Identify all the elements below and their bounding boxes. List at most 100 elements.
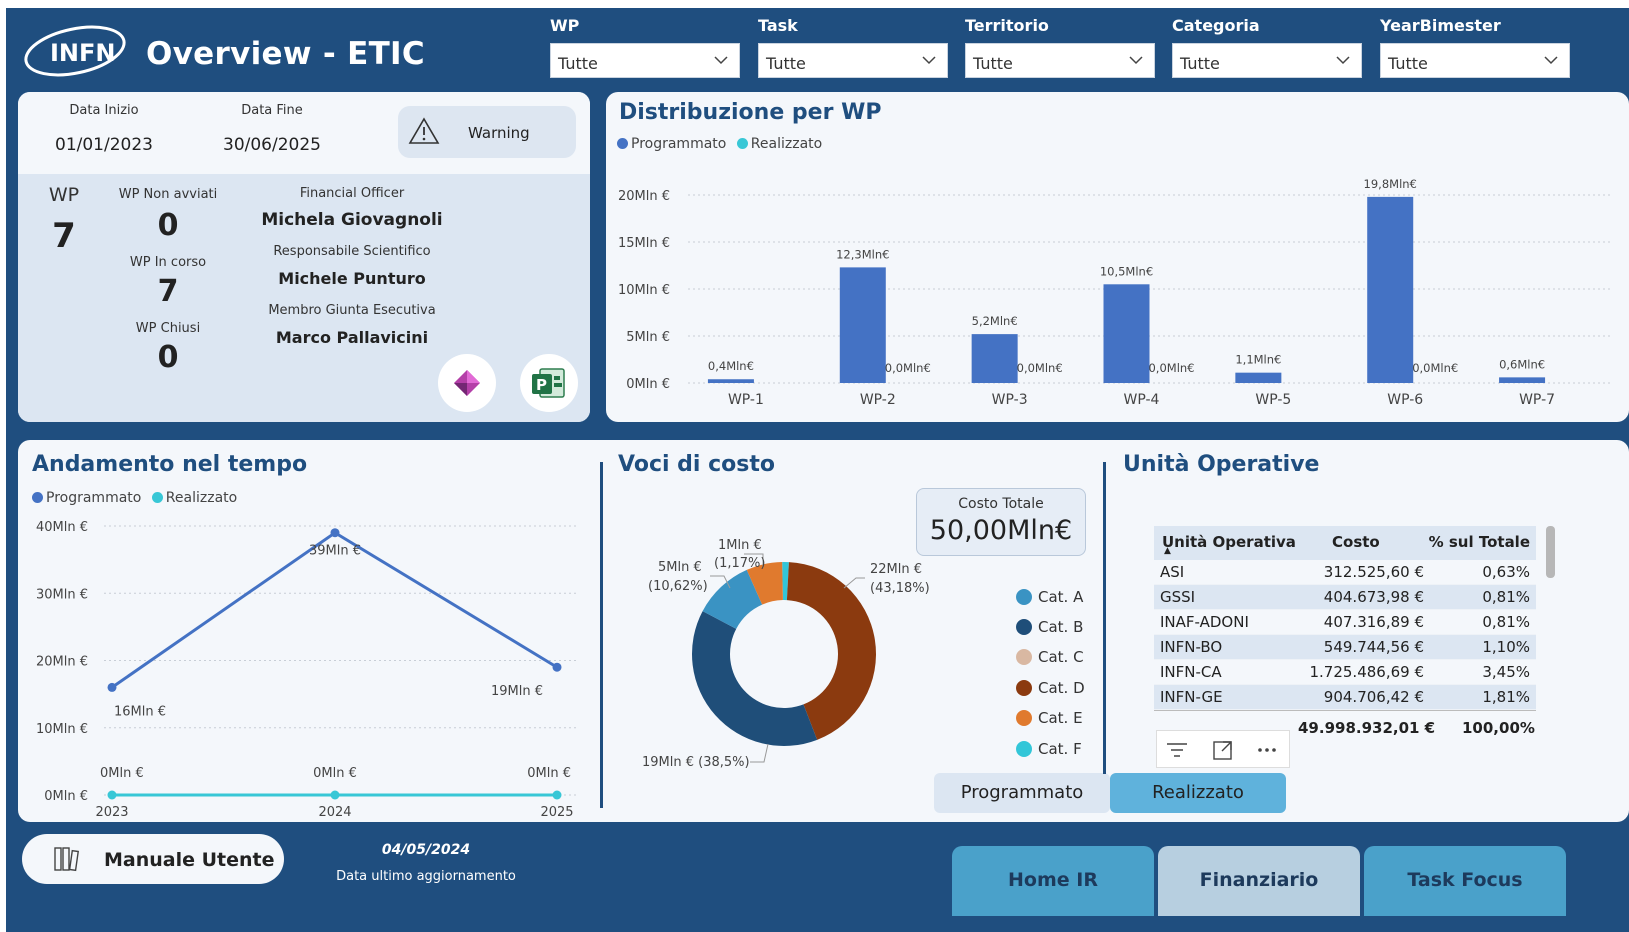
warning-button[interactable]: Warning xyxy=(398,106,576,158)
table-row[interactable]: INFN-BO 549.744,56 € 1,10% xyxy=(1154,635,1536,660)
point-data-label: 0Mln € xyxy=(100,766,144,781)
y-tick-label: 15Mln € xyxy=(618,236,670,251)
legend-cat-e[interactable]: Cat. E xyxy=(1016,709,1083,727)
table-row[interactable]: INAF-ADONI 407.316,89 € 0,81% xyxy=(1154,610,1536,635)
slice-data-label: (1,17%) xyxy=(714,556,765,571)
dropdown-value: Tutte xyxy=(1180,54,1220,73)
tab-home-ir[interactable]: Home IR xyxy=(952,846,1154,916)
wp-non-avviati-label: WP Non avviati xyxy=(118,187,218,202)
chevron-down-icon xyxy=(1129,56,1143,65)
point-data-label: 39Mln € xyxy=(309,544,361,559)
table-row[interactable]: INFN-GE 904.706,42 € 1,81% xyxy=(1154,685,1536,710)
bar-programmato xyxy=(707,379,754,383)
table-row[interactable]: INFN-CA 1.725.486,69 € 3,45% xyxy=(1154,660,1536,685)
point-programmato xyxy=(552,662,562,672)
y-tick-label: 10Mln € xyxy=(36,722,88,737)
filter-territorio[interactable]: Territorio Tutte xyxy=(965,16,1155,78)
unita-table[interactable]: Unità Operativa ▲ Costo % sul Totale ASI… xyxy=(1154,526,1536,716)
slice-cat-b xyxy=(692,611,818,746)
y-tick-label: 0Mln € xyxy=(44,789,88,804)
wp-dropdown[interactable]: Tutte xyxy=(550,43,740,78)
legend-dot xyxy=(1016,589,1032,605)
legend-label: Cat. D xyxy=(1038,679,1085,697)
filter-wp[interactable]: WP Tutte xyxy=(550,16,740,78)
filter-categoria[interactable]: Categoria Tutte xyxy=(1172,16,1362,78)
project-button[interactable]: P xyxy=(520,354,578,412)
toggle-realizzato[interactable]: Realizzato xyxy=(1110,773,1286,813)
cell-costo: 549.744,56 € xyxy=(1323,638,1424,656)
slice-data-label: 19Mln € (38,5%) xyxy=(642,755,750,770)
bar-programmato xyxy=(1103,284,1150,383)
membro-giunta-name: Marco Pallavicini xyxy=(275,328,429,347)
wp-label: WP xyxy=(48,184,80,206)
dropdown-value: Tutte xyxy=(766,54,806,73)
resp-scientifico-name: Michele Punturo xyxy=(278,269,426,288)
table-scrollbar[interactable] xyxy=(1546,526,1555,578)
visual-toolbar xyxy=(1156,730,1290,768)
cell-uo: ASI xyxy=(1160,563,1185,581)
dropdown-value: Tutte xyxy=(558,54,598,73)
filter-label: Task xyxy=(758,16,798,35)
bar-data-label: 0,6Mln€ xyxy=(1499,357,1545,371)
col-costo[interactable]: Costo xyxy=(1332,533,1380,551)
point-realizzato xyxy=(552,790,562,800)
x-tick-label: WP-4 xyxy=(1124,392,1160,408)
table-row[interactable]: GSSI 404.673,98 € 0,81% xyxy=(1154,585,1536,610)
cell-costo: 904.706,42 € xyxy=(1323,688,1424,706)
cell-pct: 0,63% xyxy=(1482,563,1530,581)
tab-finanziario[interactable]: Finanziario xyxy=(1158,846,1360,916)
point-programmato xyxy=(107,682,117,692)
yearbimester-dropdown[interactable]: Tutte xyxy=(1380,43,1570,78)
manuale-utente-button[interactable]: Manuale Utente xyxy=(22,834,284,884)
slice-data-label: (43,18%) xyxy=(870,581,930,596)
x-tick-label: 2025 xyxy=(540,805,573,820)
legend-dot xyxy=(1016,619,1032,635)
bar-programmato xyxy=(1367,196,1414,383)
divider xyxy=(600,462,603,808)
cell-uo: INFN-CA xyxy=(1160,663,1222,681)
legend-cat-d[interactable]: Cat. D xyxy=(1016,679,1085,697)
table-row-clipped xyxy=(1154,710,1536,716)
divider xyxy=(1103,462,1106,774)
categoria-dropdown[interactable]: Tutte xyxy=(1172,43,1362,78)
wp-count: 7 xyxy=(52,216,76,256)
territorio-dropdown[interactable]: Tutte xyxy=(965,43,1155,78)
logo-text: INFN xyxy=(50,39,116,67)
data-inizio-value: 01/01/2023 xyxy=(55,135,153,155)
cell-pct: 3,45% xyxy=(1482,663,1530,681)
legend-cat-c[interactable]: Cat. C xyxy=(1016,648,1084,666)
leader-line xyxy=(750,743,769,763)
dropdown-value: Tutte xyxy=(973,54,1013,73)
task-dropdown[interactable]: Tutte xyxy=(758,43,948,78)
filter-label: Territorio xyxy=(965,16,1049,35)
legend-cat-f[interactable]: Cat. F xyxy=(1016,740,1082,758)
cell-pct: 1,81% xyxy=(1482,688,1530,706)
legend-cat-a[interactable]: Cat. A xyxy=(1016,588,1083,606)
slice-data-label: 5Mln € xyxy=(658,560,702,575)
bar-data-label: 0,0Mln€ xyxy=(885,361,931,375)
x-tick-label: WP-1 xyxy=(728,392,764,408)
info-card: Data Inizio 01/01/2023 Data Fine 30/06/2… xyxy=(18,92,590,422)
col-unita-operativa[interactable]: Unità Operativa xyxy=(1162,533,1296,551)
y-tick-label: 20Mln € xyxy=(36,655,88,670)
warning-icon xyxy=(408,117,440,144)
bar-data-label: 19,8Mln€ xyxy=(1364,177,1417,191)
infn-logo: INFN xyxy=(24,25,126,77)
cell-uo: INFN-BO xyxy=(1160,638,1223,656)
filter-label: Categoria xyxy=(1172,16,1260,35)
filter-yearbimester[interactable]: YearBimester Tutte xyxy=(1380,16,1570,78)
filter-task[interactable]: Task Tutte xyxy=(758,16,948,78)
bar-data-label: 0,0Mln€ xyxy=(1017,361,1063,375)
data-fine-value: 30/06/2025 xyxy=(223,135,321,155)
toggle-programmato[interactable]: Programmato xyxy=(934,773,1110,813)
filter-icon[interactable] xyxy=(1165,739,1189,761)
table-row[interactable]: ASI 312.525,60 € 0,63% xyxy=(1154,560,1536,585)
legend-cat-b[interactable]: Cat. B xyxy=(1016,618,1083,636)
tab-task-focus[interactable]: Task Focus xyxy=(1364,846,1566,916)
power-apps-button[interactable] xyxy=(438,354,496,412)
voci-section: Voci di costo Costo Totale 50,00Mln€ 1Ml… xyxy=(618,440,1110,822)
cell-pct: 0,81% xyxy=(1482,613,1530,631)
col-pct[interactable]: % sul Totale xyxy=(1429,533,1530,551)
more-options-icon[interactable] xyxy=(1255,741,1279,759)
focus-mode-icon[interactable] xyxy=(1211,739,1235,761)
